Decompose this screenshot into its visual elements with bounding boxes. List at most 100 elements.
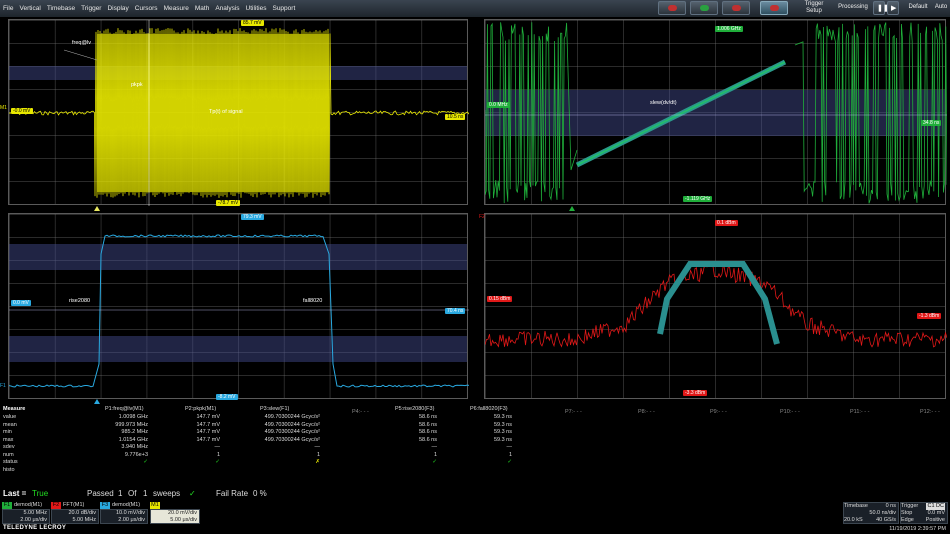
- menu-vertical[interactable]: Vertical: [16, 5, 43, 12]
- tile-id: M1: [150, 502, 160, 509]
- measure-cell: ✓: [507, 459, 512, 465]
- measure-cell: 1: [433, 451, 437, 458]
- measure-col-header[interactable]: P6:fall8020(F3): [470, 406, 508, 412]
- param-slot-p8[interactable]: P8:- - -: [638, 409, 655, 415]
- measure-cell: 58.6 ns: [418, 421, 437, 428]
- tile-line2: 2.00 μs/div: [118, 516, 145, 523]
- f2-left-tag: 0.15 dBm: [487, 296, 513, 302]
- toolbar-button-4[interactable]: [760, 1, 788, 15]
- timebase-div: 50.0 ns/div: [869, 510, 896, 516]
- measure-row: mean 999.973 MHz 147.7 mV 499.70300244 Gcyc…: [0, 422, 512, 429]
- f3-channel-marker[interactable]: F1: [0, 383, 6, 389]
- timebase-label: Timebase: [844, 503, 868, 509]
- processing-button[interactable]: Processing: [834, 4, 872, 11]
- measure-cell: 59.3 ns: [493, 429, 512, 435]
- tile-f3[interactable]: F3 demod(M1) 10.0 mV/div 2.00 μs/div: [100, 502, 148, 524]
- measure-row-label: mean: [3, 421, 17, 428]
- grid-m1[interactable]: 85.7 mV -78.7 mV -0.0 mV 10.5 ns freq@lv…: [8, 19, 469, 206]
- measure-row-label: histo: [3, 466, 15, 473]
- tile-f1[interactable]: F1 demod(M1) 5.00 MHz 2.00 μs/div: [2, 502, 50, 524]
- play-button[interactable]: ▶: [887, 1, 899, 15]
- grid-f2[interactable]: 0.1 dBm -3.3 dBm 0.15 dBm -1.3 dBm: [484, 213, 947, 399]
- trigger-panel[interactable]: Trigger C1 DC Stop 0.0 mV Edge Positive: [900, 502, 948, 524]
- auto-button[interactable]: Auto: [932, 4, 950, 11]
- measure-cell: ✓: [215, 459, 220, 465]
- toolbar-button-1[interactable]: [658, 1, 686, 15]
- measure-cell: 147.7 mV: [196, 421, 220, 428]
- f3-top-tag: 79.3 mV: [241, 214, 264, 220]
- measure-col-header[interactable]: P3:slew(F1): [260, 406, 289, 412]
- measure-cell: —: [314, 444, 321, 450]
- measure-cell: 499.70300244 Gcyc/s²: [264, 436, 320, 443]
- f2-right-tag: -1.3 dBm: [917, 313, 942, 319]
- m1-channel-marker[interactable]: M1: [0, 105, 7, 111]
- slew-param-label: slew(dv/dt): [650, 100, 677, 106]
- red-indicator-icon: [668, 5, 677, 11]
- menu-support[interactable]: Support: [269, 5, 298, 12]
- param-slot-p9[interactable]: P9:- - -: [710, 409, 727, 415]
- default-button[interactable]: Default: [904, 4, 932, 11]
- green-indicator-icon: [700, 5, 709, 11]
- tile-f2[interactable]: F2 FFT(M1) 20.0 dB/div 5.00 MHz: [51, 502, 99, 524]
- tile-line2: 5.00 μs/div: [170, 516, 197, 523]
- measure-cell: 147.7 mV: [196, 429, 220, 435]
- timebase-delay: 0 ns: [885, 503, 896, 509]
- measure-cell: 499.70300244 Gcyc/s²: [264, 421, 320, 428]
- signal-annotation: Tp(t) of signal: [209, 109, 243, 115]
- tile-line2: 5.00 MHz: [72, 516, 96, 523]
- f3-left-tag: 0.0 mV: [11, 300, 31, 306]
- measure-row: status ✓ ✓ ✗ ✓ ✓: [0, 459, 512, 466]
- measure-cell: —: [214, 444, 221, 450]
- measure-row: num 9.776e+3 1 1 1 1: [0, 452, 512, 459]
- menu-display[interactable]: Display: [104, 5, 131, 12]
- f2-channel-marker[interactable]: F2: [479, 214, 485, 220]
- tile-m1[interactable]: M1 20.0 mV/div 5.00 μs/div: [150, 502, 200, 524]
- pkpk-annotation: pkpk: [131, 82, 143, 88]
- measure-row: value 1.0098 GHz 147.7 mV 499.70300244 Gcyc…: [0, 414, 512, 421]
- menu-cursors[interactable]: Cursors: [132, 5, 161, 12]
- f1-ramp-line: [576, 61, 786, 166]
- timebase-samples: 20.0 kS: [844, 517, 863, 523]
- measure-cell: 59.3 ns: [493, 414, 512, 420]
- f2-bottom-tag: -3.3 dBm: [683, 390, 708, 396]
- measure-cell: 58.6 ns: [418, 436, 437, 443]
- timebase-panel[interactable]: Timebase 0 ns 50.0 ns/div 20.0 kS 40 GS/s: [843, 502, 899, 524]
- menu-timebase[interactable]: Timebase: [44, 5, 78, 12]
- grid-f3[interactable]: 79.3 mV -8.2 mV 0.0 mV 70.4 ns rise2080 …: [8, 213, 469, 400]
- f1-left-tag: 0.0 MHz: [487, 102, 510, 108]
- toolbar-button-2[interactable]: [690, 1, 718, 15]
- measure-col-header[interactable]: P2:pkpk(M1): [185, 406, 216, 412]
- measure-cell: 1: [508, 451, 512, 458]
- m1-top-tag: 85.7 mV: [241, 20, 264, 26]
- f1-trace-right: [794, 22, 947, 204]
- measure-row-label: value: [3, 414, 17, 420]
- fail-rate-label: Fail Rate: [216, 489, 249, 498]
- f1-top-tag: 1.006 GHz: [715, 26, 743, 32]
- grid-f1[interactable]: 1.006 GHz -1.119 GHz 0.0 MHz 34.8 ns sle…: [484, 19, 947, 205]
- m1-right-tag: 10.5 ns: [445, 114, 466, 120]
- measure-cell: 3.940 MHz: [121, 444, 148, 450]
- param-slot-p12[interactable]: P12:- - -: [920, 409, 940, 415]
- menu-math[interactable]: Math: [192, 5, 212, 12]
- datetime: 11/19/2019 2:39:57 PM: [889, 526, 946, 532]
- param-slot-p11[interactable]: P11:- - -: [850, 409, 869, 415]
- measure-row-label: sdev: [3, 444, 15, 450]
- f1-bottom-tag: -1.119 GHz: [683, 196, 713, 202]
- menu-trigger[interactable]: Trigger: [78, 5, 104, 12]
- last-label: Last =: [3, 489, 27, 498]
- param-slot-p7[interactable]: P7:- - -: [565, 409, 582, 415]
- measure-col-header[interactable]: P5:rise2080(F3): [395, 406, 434, 412]
- param-slot-p10[interactable]: P10:- - -: [780, 409, 800, 415]
- f1-trace-left: [485, 22, 578, 204]
- menu-file[interactable]: File: [0, 5, 16, 12]
- toolbar-button-3[interactable]: [722, 1, 750, 15]
- measure-header: Measure P1:freq@lv(M1) P2:pkpk(M1) P3:slew(…: [0, 406, 512, 413]
- measure-col-header[interactable]: P1:freq@lv(M1): [105, 406, 144, 412]
- measure-cell: ✓: [143, 459, 148, 465]
- menu-analysis[interactable]: Analysis: [212, 5, 242, 12]
- sweeps-label: sweeps: [153, 489, 181, 498]
- menu-utilities[interactable]: Utilities: [243, 5, 270, 12]
- pause-button[interactable]: ❚❚: [873, 1, 889, 15]
- trigger-setup-button[interactable]: Trigger Setup: [796, 1, 832, 15]
- menu-measure[interactable]: Measure: [161, 5, 192, 12]
